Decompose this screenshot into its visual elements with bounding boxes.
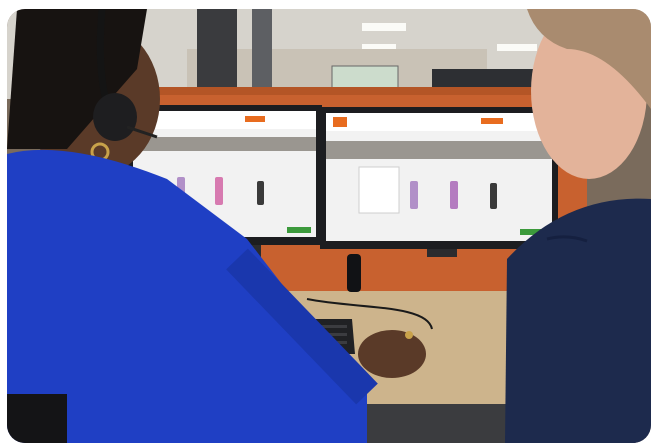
ceiling-light (497, 44, 537, 51)
product-bottle (410, 181, 418, 209)
microphone-stand (347, 254, 361, 292)
woman-hand (358, 330, 426, 378)
left-screen-header (133, 111, 316, 129)
product-bottle (450, 181, 458, 209)
product-bottle (215, 177, 223, 205)
right-screen-banner (326, 141, 552, 159)
photo-frame (7, 9, 651, 443)
ring (405, 331, 413, 339)
product-bottle (490, 183, 497, 209)
right-screen-logo (333, 117, 347, 127)
ceiling-light (362, 23, 406, 31)
headset-earcup (93, 93, 137, 141)
left-screen-green-button (287, 227, 311, 233)
wall-tv (331, 65, 399, 89)
partition-top (127, 87, 587, 95)
right-screen-orange-button (481, 118, 503, 124)
left-screen-banner (133, 137, 316, 151)
office-photo (7, 9, 651, 443)
window-frame (197, 9, 237, 99)
door-frame (252, 9, 272, 99)
right-screen-filter-panel (358, 166, 400, 214)
monitor-stand (427, 249, 457, 257)
chair (7, 394, 67, 443)
product-bottle (257, 181, 264, 205)
left-screen-orange-button (245, 116, 265, 122)
right-screen-header (326, 113, 552, 131)
